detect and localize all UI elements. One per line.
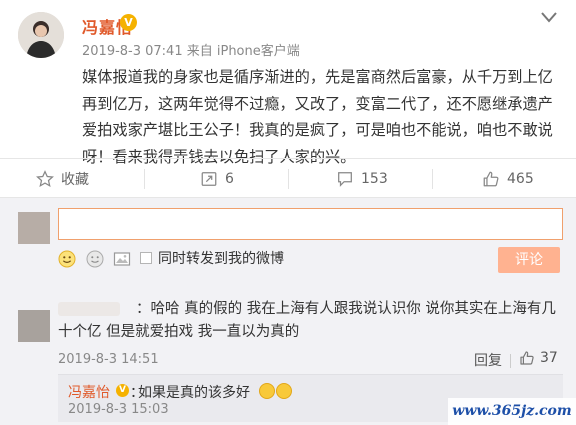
current-user-avatar xyxy=(18,212,50,244)
smile-emoji-icon xyxy=(259,383,275,399)
repost-checkbox-label: 同时转发到我的微博 xyxy=(158,251,284,267)
favorite-button[interactable]: 收藏 xyxy=(36,159,89,199)
action-bar: 收藏 6 153 465 xyxy=(0,158,576,198)
comment-like-count: 37 xyxy=(540,350,558,366)
divider xyxy=(288,169,289,189)
divider xyxy=(144,169,145,189)
comment-like-button[interactable]: 37 xyxy=(519,350,558,366)
like-button[interactable]: 465 xyxy=(482,159,534,199)
favorite-label: 收藏 xyxy=(61,172,89,188)
thumbs-up-icon xyxy=(483,171,499,187)
reply-timestamp: 2019-8-3 15:03 xyxy=(68,402,169,417)
commenter-avatar[interactable] xyxy=(18,310,50,342)
comment-count: 153 xyxy=(361,171,388,187)
emoji-icon[interactable] xyxy=(58,250,76,268)
comment-input[interactable] xyxy=(58,208,563,240)
reply-button[interactable]: 回复 xyxy=(474,350,502,370)
author-avatar[interactable] xyxy=(18,12,64,58)
repost-button[interactable]: 6 xyxy=(200,159,234,199)
comment-timestamp: 2019-8-3 14:51 xyxy=(58,352,159,367)
reply-author[interactable]: 冯嘉怡 xyxy=(68,382,110,402)
submit-comment-button[interactable]: 评论 xyxy=(498,247,560,273)
repost-count: 6 xyxy=(225,171,234,187)
repost-checkbox[interactable] xyxy=(140,252,152,264)
comment-text: ：哈哈 真的假的 我在上海有人跟我说认识你 说你其实在上海有几十个亿 但是就爱拍… xyxy=(58,301,556,340)
watermark: www.365jz.com xyxy=(448,398,576,425)
like-count: 465 xyxy=(507,171,534,187)
post-body: 媒体报道我的身家也是循序渐进的，先是富商然后富豪，从千万到上亿再到亿万，这两年觉… xyxy=(82,68,553,166)
picture-icon[interactable] xyxy=(113,250,131,268)
post-meta: 2019-8-3 07:41 来自 iPhone客户端 xyxy=(82,44,300,59)
reply-text: 如果是真的该多好 xyxy=(138,385,250,401)
comment-button[interactable]: 153 xyxy=(336,159,388,199)
chevron-down-icon[interactable] xyxy=(540,10,558,24)
smile-emoji-icon xyxy=(276,383,292,399)
comment-icon xyxy=(338,172,352,187)
repost-icon xyxy=(201,172,217,186)
divider xyxy=(510,354,511,368)
thumbs-up-icon xyxy=(520,351,534,365)
verified-badge-icon: V xyxy=(116,384,129,397)
divider xyxy=(432,169,433,189)
comment-composer: 同时转发到我的微博 评论 xyxy=(0,198,576,282)
sticker-icon[interactable] xyxy=(86,250,104,268)
star-icon xyxy=(36,170,54,188)
verified-badge-icon: V xyxy=(120,14,137,31)
